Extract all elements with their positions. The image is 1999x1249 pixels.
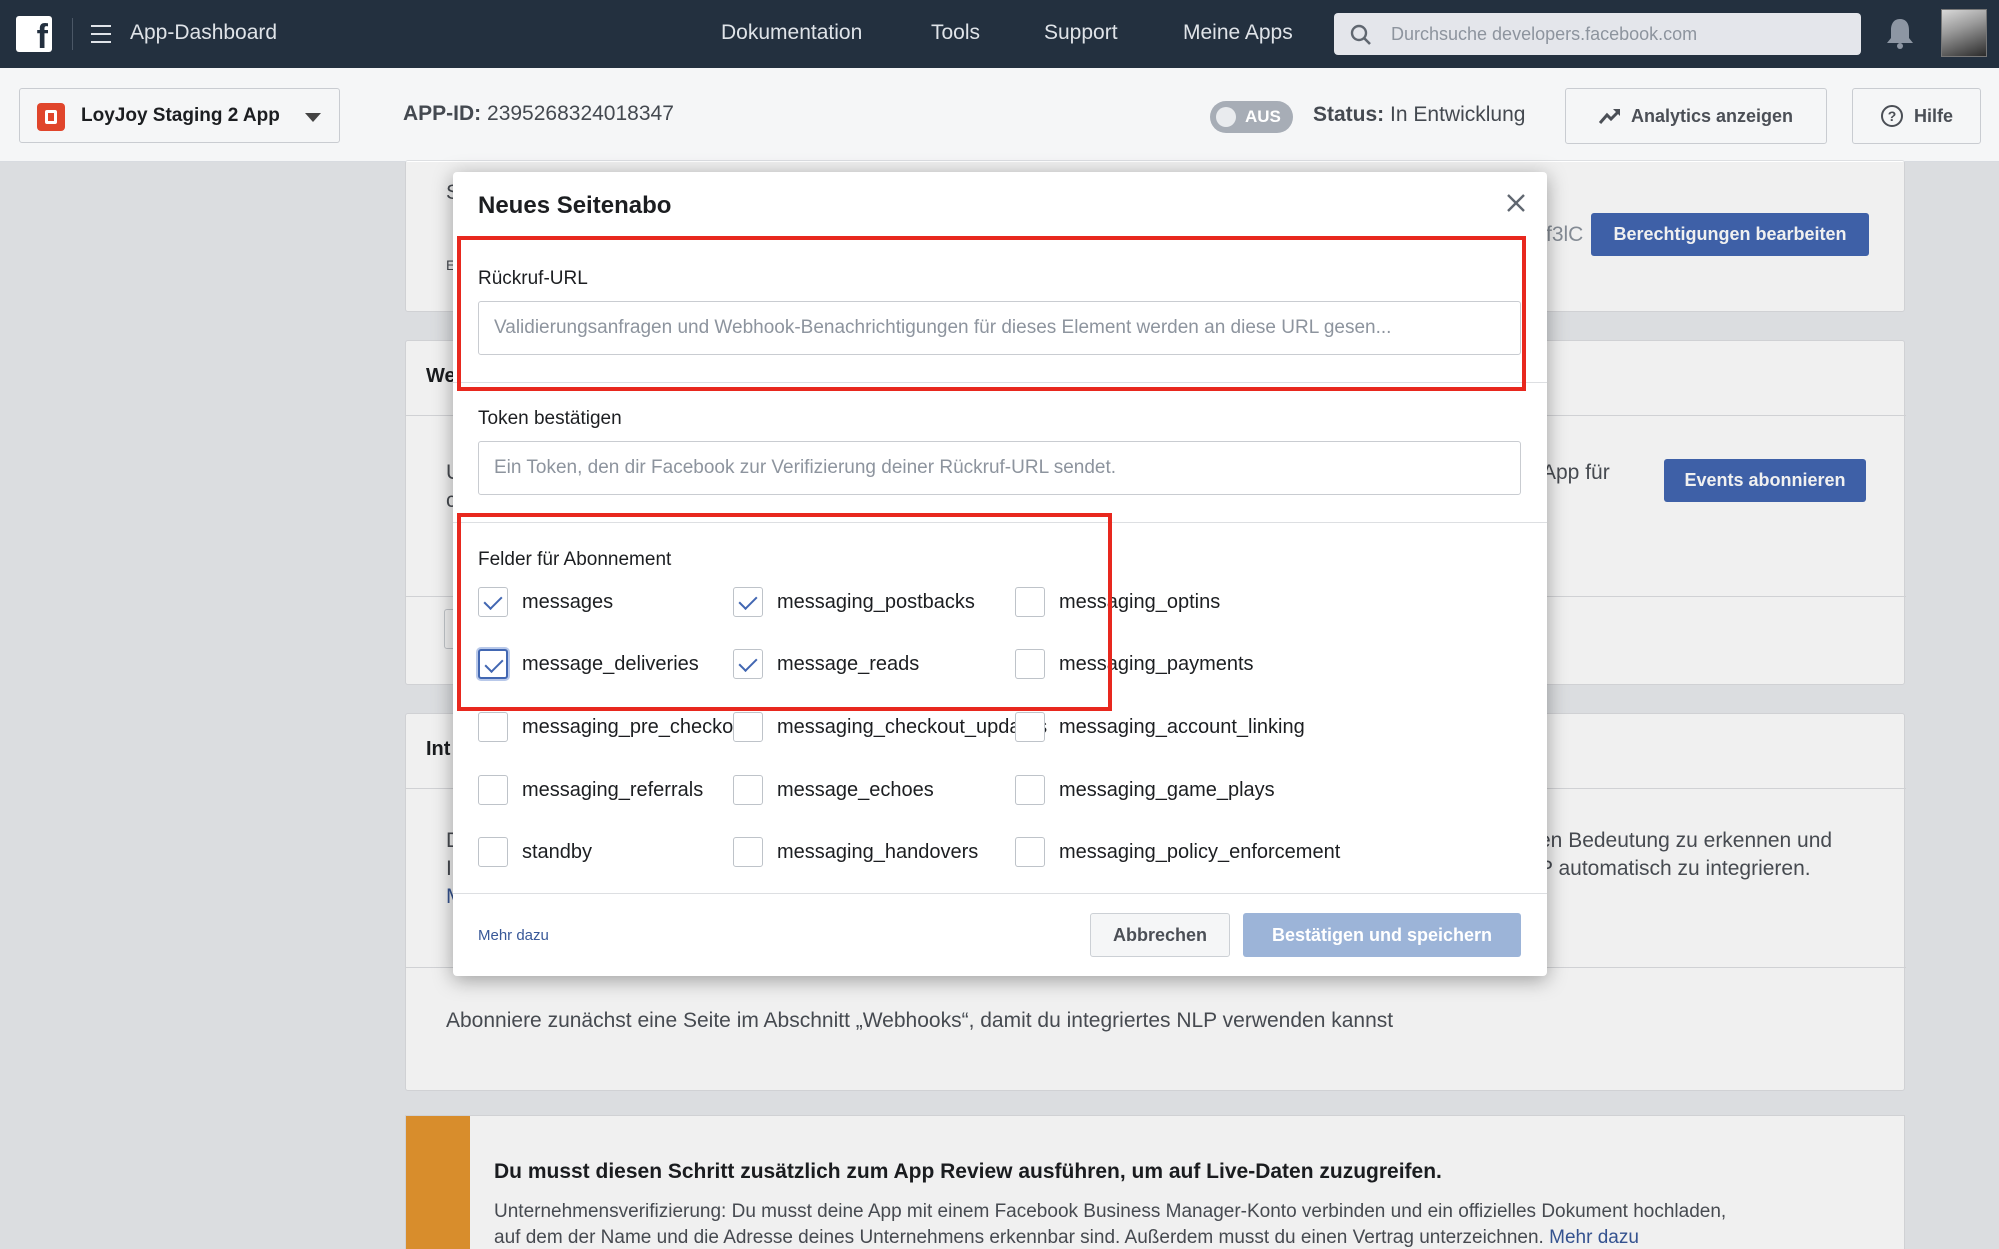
checkbox-empty-icon[interactable] (478, 837, 508, 867)
field-checkbox-label: messaging_account_linking (1059, 715, 1305, 738)
app-header: LoyJoy Staging 2 App APP-ID: 23952683240… (0, 68, 1999, 162)
checkbox-empty-icon[interactable] (733, 775, 763, 805)
checkbox-empty-icon[interactable] (733, 837, 763, 867)
trend-up-icon (1598, 109, 1621, 124)
app-selector-dropdown[interactable]: LoyJoy Staging 2 App (19, 88, 340, 143)
search-icon (1350, 24, 1371, 45)
app-status: Status: In Entwicklung (1313, 103, 1526, 126)
facebook-logo-icon[interactable]: f (16, 16, 52, 54)
field-checkbox-messaging-game-plays[interactable]: messaging_game_plays (1015, 775, 1275, 805)
verify-token-input[interactable] (478, 441, 1521, 495)
chevron-down-icon (305, 113, 321, 122)
bell-icon[interactable] (1885, 16, 1915, 50)
help-button[interactable]: ? Hilfe (1852, 88, 1981, 144)
checkbox-empty-icon[interactable] (478, 775, 508, 805)
nav-support[interactable]: Support (1044, 21, 1118, 45)
app-icon (37, 103, 65, 131)
verify-token-label: Token bestätigen (478, 408, 622, 429)
nav-documentation[interactable]: Dokumentation (721, 21, 862, 45)
field-checkbox-label: message_echoes (777, 778, 934, 801)
field-checkbox-label: messaging_checkout_updates (777, 715, 1048, 738)
top-navigation-bar: f App-Dashboard Dokumentation Tools Supp… (0, 0, 1999, 68)
field-checkbox-label: messaging_policy_enforcement (1059, 840, 1341, 863)
field-checkbox-label: standby (522, 840, 593, 863)
app-dashboard-link[interactable]: App-Dashboard (130, 21, 277, 45)
field-checkbox-messaging-account-linking[interactable]: messaging_account_linking (1015, 712, 1305, 742)
dialog-title: Neues Seitenabo (478, 192, 672, 219)
close-icon[interactable] (1503, 190, 1529, 216)
cancel-button[interactable]: Abbrechen (1090, 913, 1230, 957)
field-checkbox-label: messaging_handovers (777, 840, 979, 863)
confirm-save-button[interactable]: Bestätigen und speichern (1243, 913, 1521, 957)
field-checkbox-label: messaging_referrals (522, 778, 704, 801)
checkbox-empty-icon[interactable] (1015, 837, 1045, 867)
field-checkbox-messaging-referrals[interactable]: messaging_referrals (478, 775, 703, 805)
field-checkbox-messaging-pre-checkouts[interactable]: messaging_pre_checkouts (478, 712, 760, 742)
field-checkbox-label: messaging_game_plays (1059, 778, 1275, 801)
help-icon: ? (1880, 105, 1903, 127)
menu-icon[interactable] (91, 25, 111, 43)
app-name: LoyJoy Staging 2 App (81, 105, 280, 126)
live-mode-toggle[interactable]: AUS (1210, 101, 1293, 133)
avatar[interactable] (1941, 9, 1987, 57)
nav-tools[interactable]: Tools (931, 21, 980, 45)
search-placeholder: Durchsuche developers.facebook.com (1391, 24, 1698, 44)
learn-more-link[interactable]: Mehr dazu (478, 927, 549, 944)
app-id: APP-ID: 2395268324018347 (403, 102, 674, 125)
svg-text:?: ? (1888, 108, 1897, 124)
field-checkbox-messaging-checkout-updates[interactable]: messaging_checkout_updates (733, 712, 1047, 742)
search-input[interactable]: Durchsuche developers.facebook.com (1334, 13, 1861, 55)
nav-my-apps[interactable]: Meine Apps (1183, 21, 1293, 45)
highlight-callback-url (457, 236, 1526, 391)
divider (72, 18, 73, 50)
field-checkbox-standby[interactable]: standby (478, 837, 592, 867)
analytics-button[interactable]: Analytics anzeigen (1565, 88, 1827, 144)
field-checkbox-messaging-handovers[interactable]: messaging_handovers (733, 837, 978, 867)
field-checkbox-message-echoes[interactable]: message_echoes (733, 775, 934, 805)
field-checkbox-messaging-policy-enforcement[interactable]: messaging_policy_enforcement (1015, 837, 1340, 867)
checkbox-empty-icon[interactable] (733, 712, 763, 742)
checkbox-empty-icon[interactable] (1015, 712, 1045, 742)
field-checkbox-label: messaging_pre_checkouts (522, 715, 760, 738)
highlight-subscription-fields (457, 513, 1112, 711)
checkbox-empty-icon[interactable] (1015, 775, 1045, 805)
checkbox-empty-icon[interactable] (478, 712, 508, 742)
